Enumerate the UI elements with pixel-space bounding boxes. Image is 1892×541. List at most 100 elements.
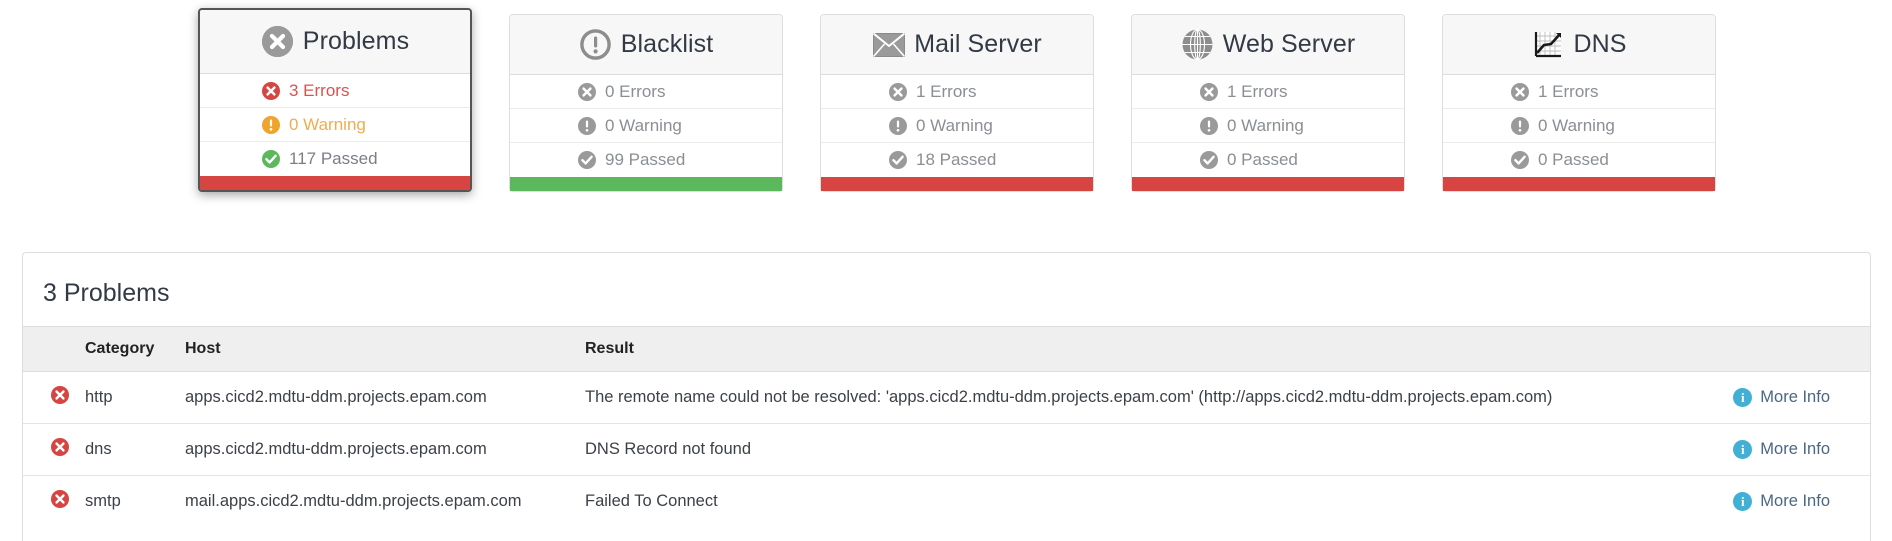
summary-card-web-server[interactable]: Web Server 1 Errors 0 Warning 0 Passed — [1131, 14, 1405, 192]
column-header-host: Host — [185, 326, 585, 372]
more-info-link[interactable]: i More Info — [1733, 440, 1830, 460]
summary-cards-row: Problems 3 Errors 0 Warning 117 Passed Black… — [0, 0, 1892, 192]
error-icon — [578, 82, 596, 101]
passed-stat-label: 99 Passed — [605, 150, 686, 169]
table-row: http apps.cicd2.mdtu-ddm.projects.epam.co… — [23, 371, 1870, 424]
more-info-label: More Info — [1760, 388, 1830, 407]
envelope-icon — [872, 28, 905, 61]
error-stat: 1 Errors — [821, 75, 1093, 109]
warning-stat-label: 0 Warning — [1227, 115, 1304, 135]
row-category-cell: dns — [85, 423, 185, 476]
problems-table-head: Category Host Result — [23, 326, 1870, 372]
column-header-actions — [1670, 326, 1870, 372]
row-host-cell: apps.cicd2.mdtu-ddm.projects.epam.com — [185, 423, 585, 476]
more-info-link[interactable]: i More Info — [1733, 492, 1830, 512]
passed-stat: 117 Passed — [200, 142, 470, 176]
passed-stat: 18 Passed — [821, 143, 1093, 177]
warning-stat-label: 0 Warning — [1538, 115, 1615, 135]
passed-icon — [578, 151, 596, 169]
row-result-cell: Failed To Connect — [585, 492, 718, 510]
passed-stat-label: 117 Passed — [289, 149, 378, 168]
warning-icon — [578, 116, 596, 135]
summary-card-status-bar — [821, 177, 1093, 191]
error-stat-label: 1 Errors — [1538, 81, 1599, 101]
warning-icon — [1511, 116, 1529, 135]
error-stat-label: 0 Errors — [605, 81, 666, 101]
row-category-cell: http — [85, 371, 185, 424]
table-header-row: Category Host Result — [23, 326, 1870, 372]
summary-card-stats: 0 Errors 0 Warning 99 Passed — [510, 75, 782, 177]
passed-icon — [262, 150, 280, 168]
summary-card-title: Blacklist — [620, 30, 714, 58]
error-icon — [889, 82, 907, 101]
error-icon — [51, 438, 69, 456]
summary-card-header: Web Server — [1132, 15, 1404, 75]
row-host-cell: mail.apps.cicd2.mdtu-ddm.projects.epam.c… — [185, 492, 522, 510]
more-info-link[interactable]: i More Info — [1733, 388, 1830, 408]
summary-card-dns[interactable]: DNS 1 Errors 0 Warning 0 Passed — [1442, 14, 1716, 192]
summary-card-blacklist[interactable]: Blacklist 0 Errors 0 Warning 99 Passed — [509, 14, 783, 192]
x-circle-icon — [261, 25, 294, 58]
warning-icon — [889, 116, 907, 135]
problems-table-body: http apps.cicd2.mdtu-ddm.projects.epam.co… — [23, 371, 1870, 528]
info-icon: i — [1733, 388, 1753, 408]
warning-stat-label: 0 Warning — [605, 115, 682, 135]
info-icon: i — [1733, 440, 1753, 460]
warning-stat: 0 Warning — [510, 109, 782, 143]
table-row: smtp mail.apps.cicd2.mdtu-ddm.projects.ep… — [23, 476, 1870, 528]
row-result-cell: The remote name could not be resolved: '… — [585, 371, 1670, 424]
summary-card-stats: 1 Errors 0 Warning 18 Passed — [821, 75, 1093, 177]
warning-stat: 0 Warning — [1132, 109, 1404, 143]
globe-icon — [1181, 28, 1214, 61]
summary-card-status-bar — [200, 176, 470, 190]
error-icon — [262, 81, 280, 100]
passed-icon — [1511, 151, 1529, 169]
error-stat: 3 Errors — [200, 74, 470, 108]
error-stat-label: 3 Errors — [289, 80, 350, 100]
error-stat: 1 Errors — [1443, 75, 1715, 109]
error-icon — [1200, 82, 1218, 101]
column-header-category: Category — [85, 326, 185, 372]
x-circle-glyph — [261, 26, 293, 57]
page-title: 3 Problems — [43, 279, 170, 307]
warning-stat-label: 0 Warning — [289, 114, 366, 134]
passed-stat-label: 18 Passed — [916, 150, 997, 169]
info-icon: i — [1733, 492, 1753, 512]
more-info-label: More Info — [1760, 440, 1830, 459]
error-stat: 1 Errors — [1132, 75, 1404, 109]
summary-card-mail-server[interactable]: Mail Server 1 Errors 0 Warning 18 Passed — [820, 14, 1094, 192]
summary-card-title: DNS — [1573, 30, 1627, 58]
passed-stat: 0 Passed — [1132, 143, 1404, 177]
error-icon — [1511, 82, 1529, 101]
warning-icon — [262, 115, 280, 134]
summary-card-problems[interactable]: Problems 3 Errors 0 Warning 117 Passed — [198, 8, 472, 192]
envelope-glyph — [872, 32, 905, 57]
row-status-cell — [23, 371, 85, 424]
passed-stat-label: 0 Passed — [1227, 150, 1298, 169]
summary-card-status-bar — [510, 177, 782, 191]
error-stat-label: 1 Errors — [916, 81, 977, 101]
passed-icon — [889, 151, 907, 169]
summary-card-stats: 1 Errors 0 Warning 0 Passed — [1132, 75, 1404, 177]
summary-card-header: Blacklist — [510, 15, 782, 75]
passed-stat: 0 Passed — [1443, 143, 1715, 177]
exclamation-circle-glyph — [579, 29, 611, 60]
warning-icon — [1200, 116, 1218, 135]
warning-stat: 0 Warning — [821, 109, 1093, 143]
column-header-status — [23, 326, 85, 372]
exclamation-circle-icon — [579, 28, 612, 61]
summary-card-header: Mail Server — [821, 15, 1093, 75]
summary-card-header: Problems — [200, 10, 470, 74]
error-stat: 0 Errors — [510, 75, 782, 109]
warning-stat: 0 Warning — [1443, 109, 1715, 143]
summary-card-header: DNS — [1443, 15, 1715, 75]
warning-stat-label: 0 Warning — [916, 115, 993, 135]
problems-panel: 3 Problems Category Host Result http apps… — [22, 252, 1871, 541]
passed-stat: 99 Passed — [510, 143, 782, 177]
row-actions-cell: i More Info — [1670, 476, 1870, 528]
table-row: dns apps.cicd2.mdtu-ddm.projects.epam.com… — [23, 423, 1870, 476]
passed-stat-label: 0 Passed — [1538, 150, 1609, 169]
row-actions-cell: i More Info — [1670, 371, 1870, 424]
diagnostics-dashboard: Problems 3 Errors 0 Warning 117 Passed Black… — [0, 0, 1892, 541]
summary-card-status-bar — [1132, 177, 1404, 191]
